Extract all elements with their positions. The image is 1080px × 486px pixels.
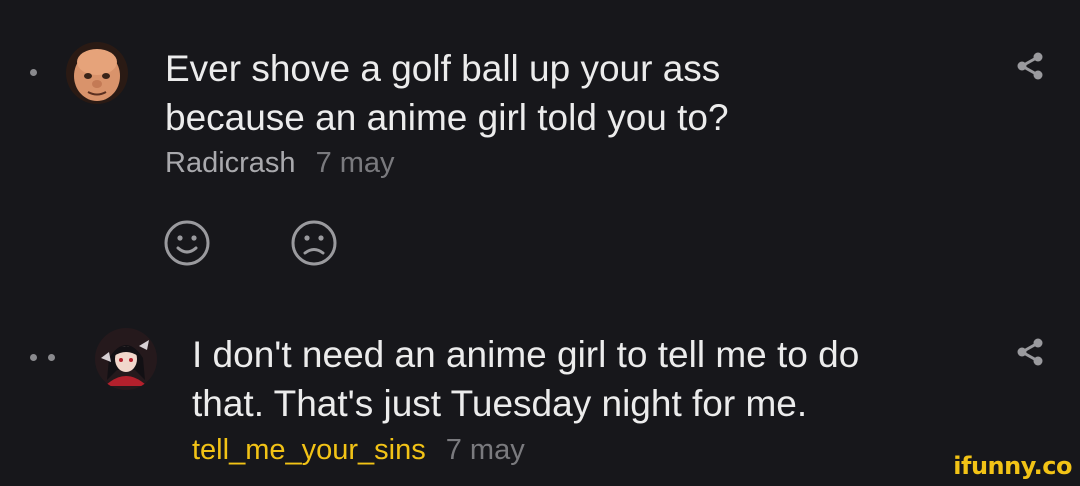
comment-author[interactable]: tell_me_your_sins [192,434,426,466]
comment-author[interactable]: Radicrash [165,147,296,179]
ifunny-watermark: ifunny.co [953,452,1072,480]
bald-cartoon-character-avatar[interactable] [66,42,128,104]
comment-line: because an anime girl told you to? [165,97,729,138]
thread-level-indicator [30,354,55,361]
comment-line: Ever shove a golf ball up your ass [165,48,721,89]
thread-dot [30,354,37,361]
comment-date: 7 may [315,147,395,179]
thread-dot [30,69,37,76]
comment-line: I don't need an anime girl to tell me to… [192,334,860,375]
anime-girl-avatar[interactable] [95,328,157,390]
share-icon[interactable] [1012,48,1048,84]
share-icon[interactable] [1012,334,1048,370]
comment-date: 7 may [445,434,525,466]
comment-line: that. That's just Tuesday night for me. [192,383,808,424]
comment-body: Ever shove a golf ball up your ass becau… [165,44,729,142]
comment-meta: Radicrash 7 may [165,147,395,180]
smile-icon[interactable] [162,218,212,268]
comment-meta: tell_me_your_sins 7 may [192,434,525,467]
thread-dot [48,354,55,361]
thread-level-indicator [30,69,37,76]
frown-icon[interactable] [289,218,339,268]
comment-body: I don't need an anime girl to tell me to… [192,330,859,428]
